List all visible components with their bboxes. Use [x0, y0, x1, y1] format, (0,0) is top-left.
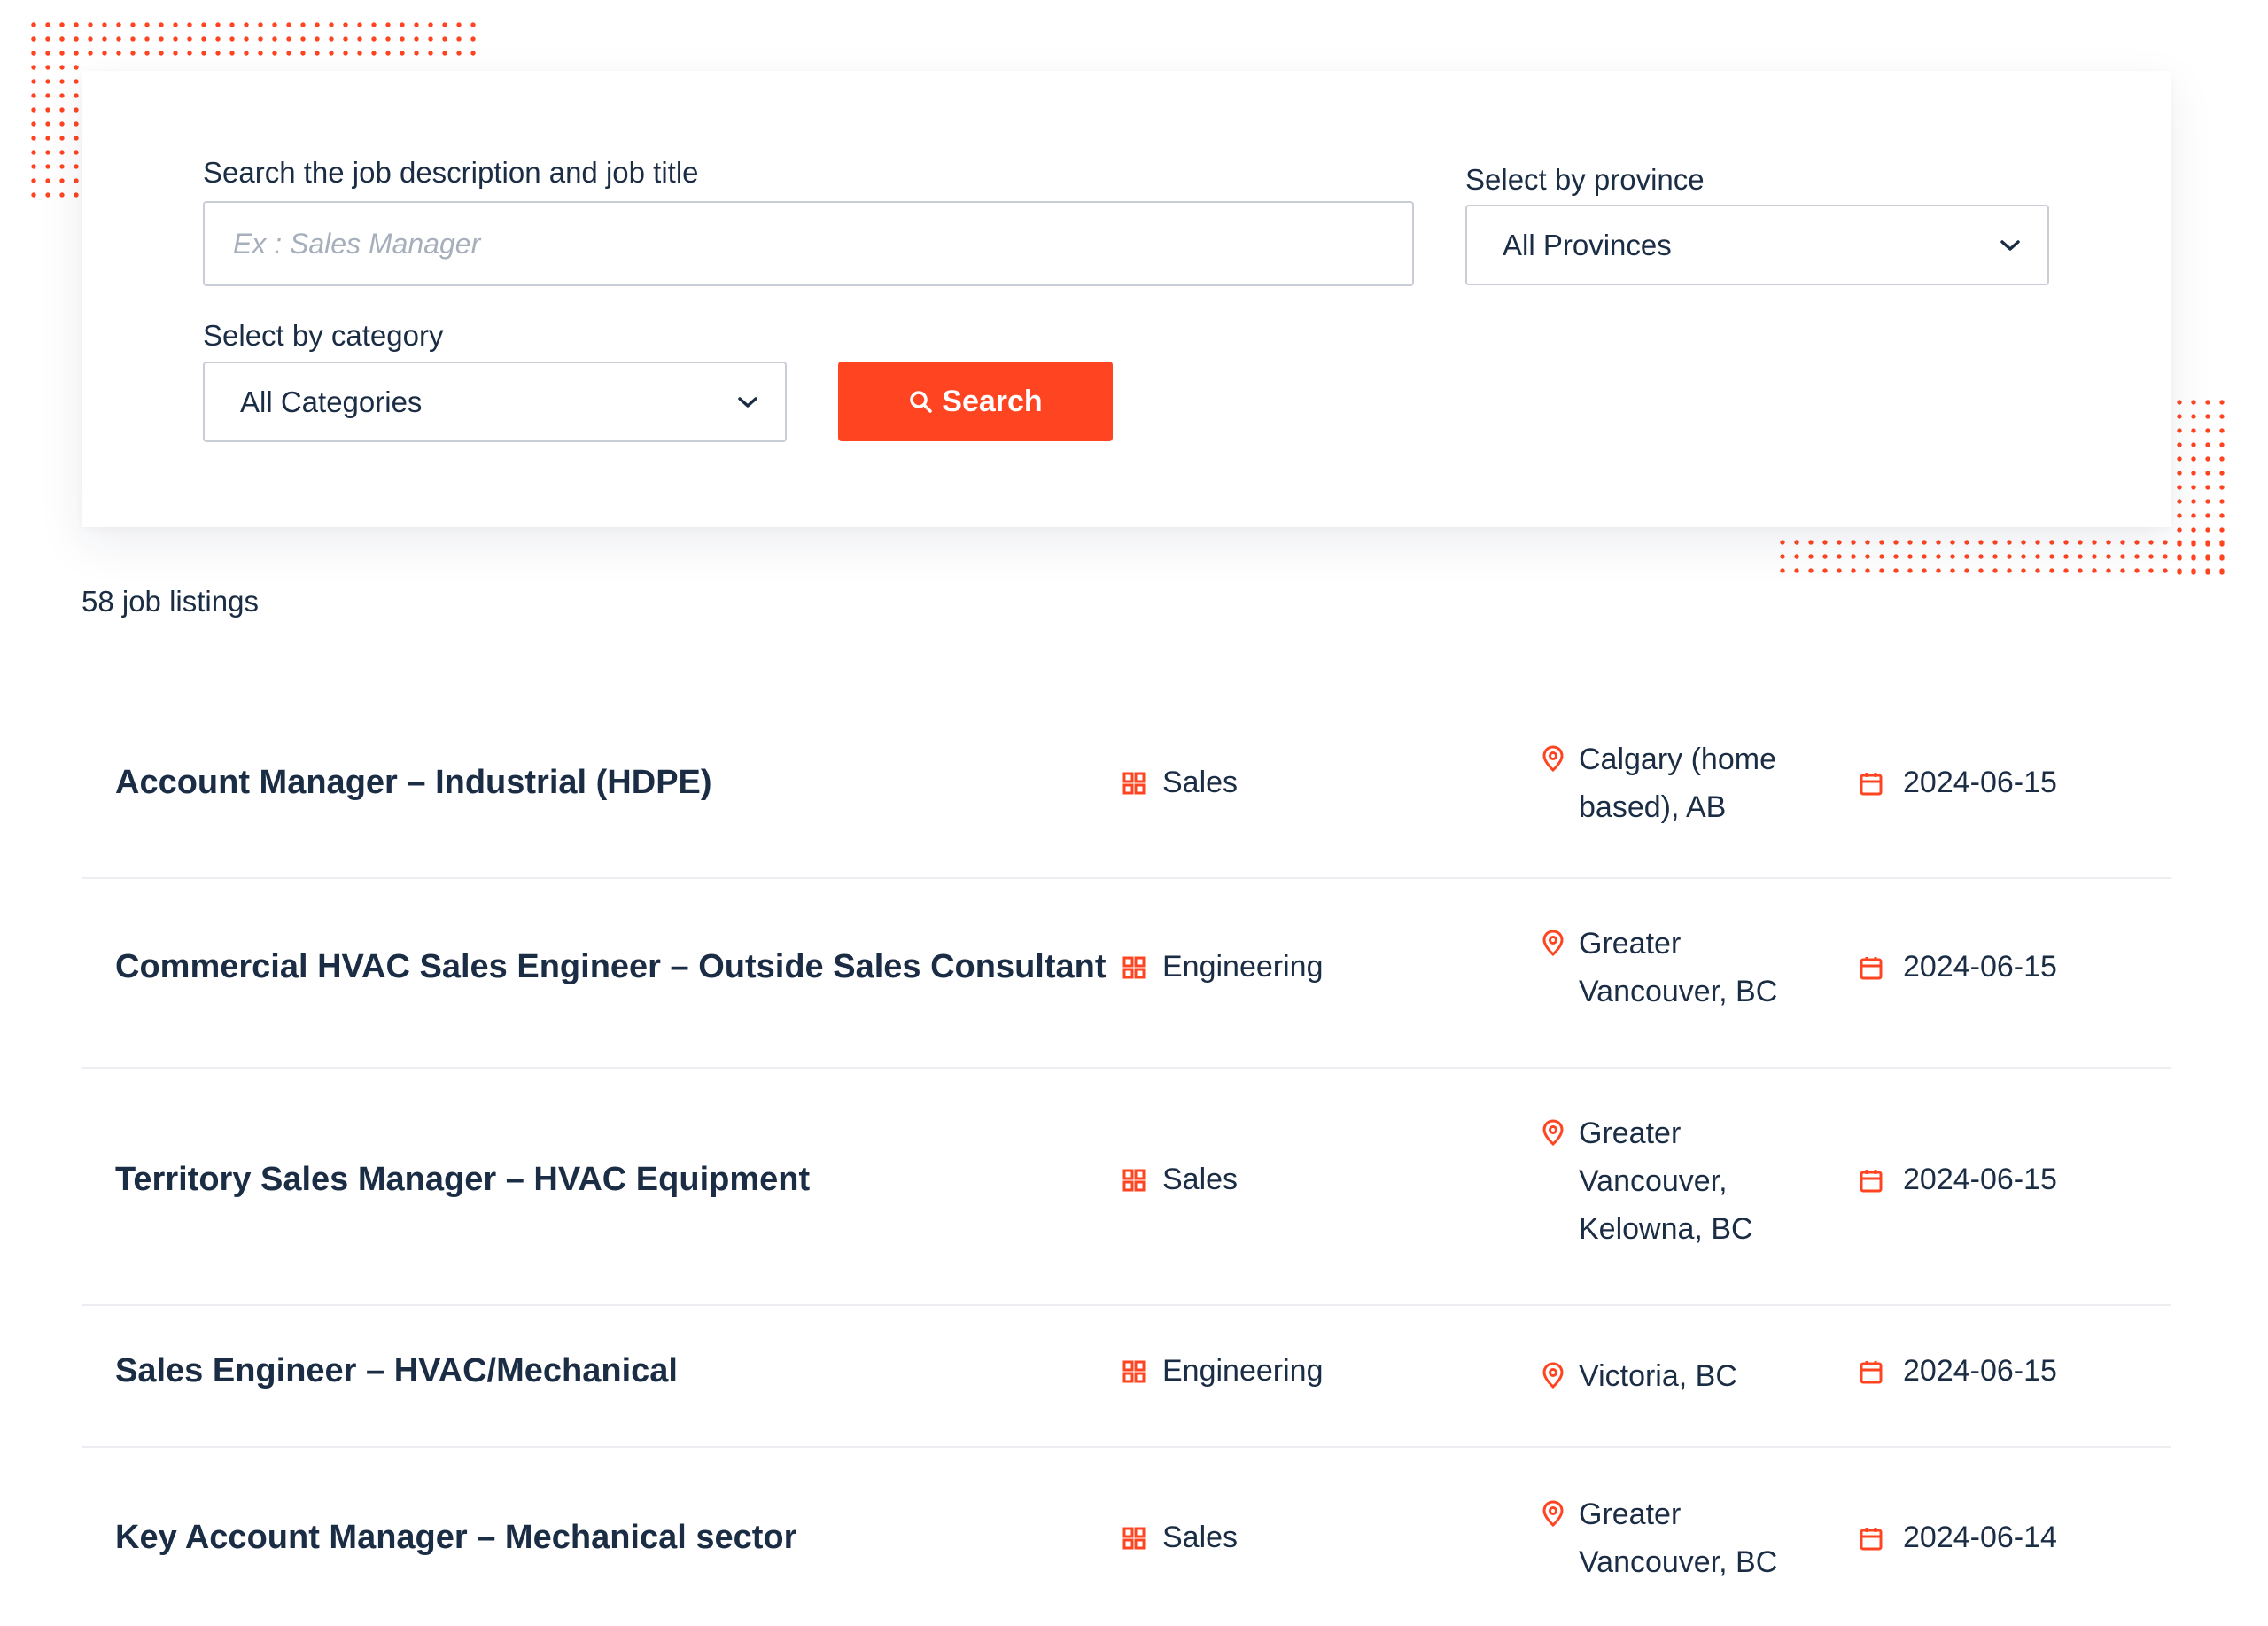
map-pin-icon [1542, 929, 1565, 957]
job-date-label: 2024-06-15 [1903, 950, 2057, 984]
grid-icon [1122, 955, 1146, 980]
grid-icon [1122, 771, 1146, 796]
job-category-label: Sales [1162, 1163, 1239, 1196]
grid-icon [1122, 1168, 1146, 1193]
calendar-icon [1859, 954, 1884, 981]
job-location-label: Greater Vancouver, BC [1579, 927, 1778, 1008]
grid-icon [1122, 1526, 1146, 1551]
job-location-label: Victoria, BC [1579, 1359, 1737, 1393]
chevron-down-icon [737, 395, 758, 409]
job-row[interactable]: Commercial HVAC Sales Engineer – Outside… [82, 879, 2171, 1069]
job-category: Engineering [1122, 1354, 1323, 1389]
job-title-link[interactable]: Territory Sales Manager – HVAC Equipment [115, 1161, 810, 1199]
province-select[interactable]: All Provinces [1465, 205, 2049, 285]
job-category: Sales [1122, 1163, 1238, 1197]
job-location: Greater Vancouver, BC [1542, 1490, 1791, 1586]
decorative-dot-grid [1775, 535, 2225, 581]
map-pin-icon [1542, 1118, 1565, 1147]
job-category: Sales [1122, 1521, 1238, 1555]
decorative-dot-grid [27, 18, 477, 62]
category-select[interactable]: All Categories [203, 362, 787, 442]
job-location: Calgary (home based), AB [1542, 735, 1791, 831]
job-location: Victoria, BC [1542, 1352, 1791, 1400]
job-listings: Account Manager – Industrial (HDPE) Sale… [82, 700, 2171, 1626]
job-date-label: 2024-06-14 [1903, 1521, 2057, 1554]
category-selected-value: All Categories [240, 385, 423, 418]
job-row[interactable]: Territory Sales Manager – HVAC Equipment… [82, 1069, 2171, 1306]
decorative-dot-grid [27, 18, 80, 204]
job-date-label: 2024-06-15 [1903, 766, 2057, 799]
job-category-label: Engineering [1162, 950, 1324, 984]
job-location-label: Greater Vancouver, BC [1579, 1498, 1778, 1579]
job-title-link[interactable]: Key Account Manager – Mechanical sector [115, 1519, 796, 1557]
job-category-label: Engineering [1162, 1354, 1324, 1388]
calendar-icon [1859, 770, 1884, 797]
calendar-icon [1859, 1167, 1884, 1194]
results-count: 58 job listings [82, 585, 259, 618]
job-location: Greater Vancouver, BC [1542, 920, 1791, 1015]
job-location-label: Calgary (home based), AB [1579, 743, 1776, 824]
job-title-link[interactable]: Commercial HVAC Sales Engineer – Outside… [115, 948, 1107, 986]
search-button-label: Search [942, 384, 1043, 418]
job-category: Engineering [1122, 950, 1323, 984]
job-location: Greater Vancouver, Kelowna, BC [1542, 1109, 1791, 1253]
job-row[interactable]: Sales Engineer – HVAC/Mechanical Enginee… [82, 1306, 2171, 1448]
job-board-page: Search the job description and job title… [0, 0, 2268, 1626]
job-location-label: Greater Vancouver, Kelowna, BC [1579, 1116, 1753, 1246]
keyword-placeholder: Ex : Sales Manager [233, 227, 481, 260]
job-date: 2024-06-14 [1859, 1521, 2057, 1555]
keyword-label: Search the job description and job title [203, 156, 699, 189]
keyword-search-input[interactable]: Ex : Sales Manager [203, 201, 1414, 286]
job-category: Sales [1122, 766, 1238, 800]
job-date: 2024-06-15 [1859, 1163, 2057, 1197]
job-date: 2024-06-15 [1859, 766, 2057, 800]
chevron-down-icon [2000, 238, 2021, 253]
map-pin-icon [1542, 1499, 1565, 1528]
calendar-icon [1859, 1525, 1884, 1552]
search-button[interactable]: Search [838, 362, 1113, 441]
search-panel: Search the job description and job title… [82, 71, 2171, 527]
job-row[interactable]: Account Manager – Industrial (HDPE) Sale… [82, 700, 2171, 879]
category-label: Select by category [203, 319, 444, 352]
job-date-label: 2024-06-15 [1903, 1354, 2057, 1388]
job-date: 2024-06-15 [1859, 1354, 2057, 1389]
grid-icon [1122, 1359, 1146, 1384]
job-category-label: Sales [1162, 766, 1239, 799]
province-label: Select by province [1465, 163, 1705, 196]
job-date-label: 2024-06-15 [1903, 1163, 2057, 1196]
map-pin-icon [1542, 1361, 1565, 1389]
job-title-link[interactable]: Account Manager – Industrial (HDPE) [115, 764, 712, 802]
calendar-icon [1859, 1358, 1884, 1385]
job-title-link[interactable]: Sales Engineer – HVAC/Mechanical [115, 1352, 678, 1390]
job-date: 2024-06-15 [1859, 950, 2057, 984]
search-icon [908, 389, 933, 414]
province-selected-value: All Provinces [1503, 228, 1672, 261]
job-category-label: Sales [1162, 1521, 1239, 1554]
job-row[interactable]: Key Account Manager – Mechanical sector … [82, 1448, 2171, 1626]
map-pin-icon [1542, 744, 1565, 773]
